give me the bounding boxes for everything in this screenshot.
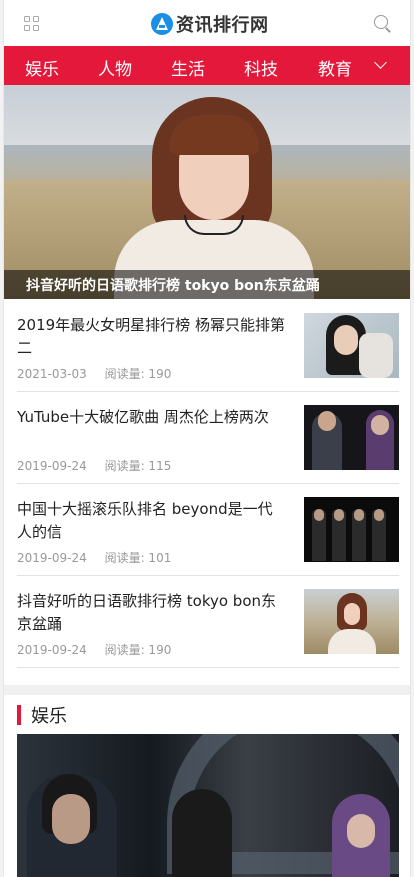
section-title: 娱乐: [31, 706, 67, 727]
section-accent-bar: [17, 705, 21, 725]
nav-item-life[interactable]: 生活: [171, 55, 205, 80]
nav-item-entertainment[interactable]: 娱乐: [25, 55, 59, 80]
news-meta: 2019-09-24 阅读量: 101: [17, 549, 185, 566]
menu-grid-icon[interactable]: [24, 16, 40, 32]
news-thumbnail[interactable]: [304, 405, 399, 470]
news-reads: 阅读量: 115: [104, 459, 172, 473]
news-reads: 阅读量: 101: [104, 551, 172, 565]
nav-item-tech[interactable]: 科技: [244, 55, 278, 80]
news-date: 2019-09-24: [17, 551, 87, 565]
news-date: 2021-03-03: [17, 367, 87, 381]
news-thumbnail[interactable]: [304, 497, 399, 562]
logo-a-icon: [151, 13, 173, 35]
news-reads: 阅读量: 190: [104, 367, 172, 381]
news-item[interactable]: YuTube十大破亿歌曲 周杰伦上榜两次 2019-09-24 阅读量: 115: [17, 392, 399, 484]
news-item[interactable]: 2019年最火女明星排行榜 杨幂只能排第二 2021-03-03 阅读量: 19…: [17, 300, 399, 392]
news-meta: 2021-03-03 阅读量: 190: [17, 365, 185, 382]
search-icon[interactable]: [374, 15, 392, 33]
category-nav: 娱乐 人物 生活 科技 教育: [4, 46, 410, 85]
section-feature-image[interactable]: [17, 734, 399, 877]
news-title[interactable]: YuTube十大破亿歌曲 周杰伦上榜两次: [17, 406, 287, 429]
nav-item-people[interactable]: 人物: [98, 55, 132, 80]
nav-item-education[interactable]: 教育: [318, 55, 352, 80]
news-meta: 2019-09-24 阅读量: 190: [17, 641, 185, 658]
logo-text: 资讯排行网: [176, 15, 269, 36]
news-date: 2019-09-24: [17, 643, 87, 657]
hero-banner[interactable]: 抖音好听的日语歌排行榜 tokyo bon东京盆踊: [4, 85, 410, 299]
news-item[interactable]: 抖音好听的日语歌排行榜 tokyo bon东京盆踊 2019-09-24 阅读量…: [17, 576, 399, 668]
news-item[interactable]: 中国十大摇滚乐队排名 beyond是一代人的信 2019-09-24 阅读量: …: [17, 484, 399, 576]
section-divider: [4, 685, 410, 695]
news-meta: 2019-09-24 阅读量: 115: [17, 457, 185, 474]
chevron-down-icon[interactable]: [374, 58, 388, 72]
news-title[interactable]: 抖音好听的日语歌排行榜 tokyo bon东京盆踊: [17, 590, 287, 636]
header: 资讯排行网: [4, 0, 410, 46]
section-heading: 娱乐: [17, 703, 67, 727]
page: 资讯排行网 娱乐 人物 生活 科技 教育 抖音好听的日语歌排行榜 tokyo b…: [3, 0, 411, 877]
news-reads: 阅读量: 190: [104, 643, 172, 657]
news-thumbnail[interactable]: [304, 589, 399, 654]
news-thumbnail[interactable]: [304, 313, 399, 378]
news-date: 2019-09-24: [17, 459, 87, 473]
hero-caption: 抖音好听的日语歌排行榜 tokyo bon东京盆踊: [4, 270, 410, 299]
news-title[interactable]: 2019年最火女明星排行榜 杨幂只能排第二: [17, 314, 287, 360]
site-logo[interactable]: 资讯排行网: [151, 11, 269, 37]
news-title[interactable]: 中国十大摇滚乐队排名 beyond是一代人的信: [17, 498, 287, 544]
